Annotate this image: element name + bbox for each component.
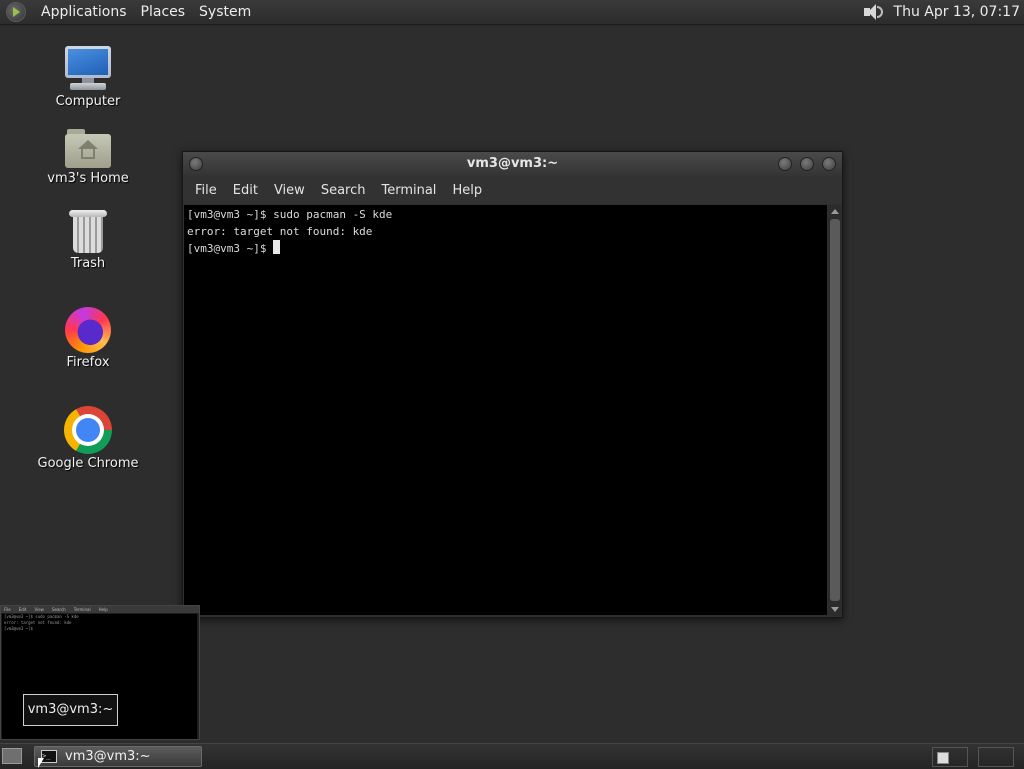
terminal-line: error: target not found: kde: [187, 225, 373, 238]
window-title: vm3@vm3:~: [466, 156, 559, 171]
terminal-window[interactable]: vm3@vm3:~ File Edit View Search Terminal…: [182, 151, 843, 618]
firefox-icon: [65, 307, 111, 353]
taskbar-window-button[interactable]: >_ vm3@vm3:~: [34, 746, 202, 767]
desktop-icon-chrome[interactable]: Google Chrome: [33, 406, 143, 471]
terminal-line: [vm3@vm3 ~]$ sudo pacman -S kde: [187, 208, 393, 221]
desktop-icon-label: vm3's Home: [47, 171, 129, 186]
preview-line: [vm3@vm3 ~]$: [4, 626, 36, 631]
text-cursor: [273, 240, 281, 254]
preview-menu-item: Search: [51, 607, 66, 612]
preview-menu-item: Edit: [18, 607, 27, 612]
scroll-down-arrow-icon[interactable]: [831, 607, 839, 612]
desktop-icon-home[interactable]: vm3's Home: [33, 129, 143, 186]
system-tray: Thu Apr 13, 07:17: [862, 0, 1024, 24]
window-titlebar[interactable]: vm3@vm3:~: [183, 152, 842, 176]
terminal-prompt: [vm3@vm3 ~]$: [187, 242, 274, 255]
trash-icon: [69, 210, 107, 254]
preview-title-label: vm3@vm3:~: [23, 694, 118, 726]
scroll-thumb[interactable]: [830, 219, 840, 601]
desktop-icon-computer[interactable]: Computer: [33, 46, 143, 109]
desktop-icon-label: Google Chrome: [37, 456, 139, 471]
terminal-scrollbar[interactable]: [828, 205, 842, 616]
minimize-button[interactable]: [778, 157, 792, 171]
close-button[interactable]: [822, 157, 836, 171]
menu-file[interactable]: File: [187, 183, 225, 198]
speaker-icon[interactable]: [862, 2, 884, 22]
taskbar-window-label: vm3@vm3:~: [65, 749, 151, 764]
maximize-button[interactable]: [800, 157, 814, 171]
terminal-output[interactable]: [vm3@vm3 ~]$ sudo pacman -S kde error: t…: [184, 205, 827, 615]
menu-help[interactable]: Help: [444, 183, 490, 198]
preview-menubar: File Edit View Search Terminal Help: [1, 606, 199, 613]
workspace-1[interactable]: [932, 747, 968, 767]
desktop-icon-firefox[interactable]: Firefox: [33, 307, 143, 370]
top-panel: Applications Places System Thu Apr 13, 0…: [0, 0, 1024, 25]
menu-terminal[interactable]: Terminal: [373, 183, 444, 198]
clock[interactable]: Thu Apr 13, 07:17: [894, 4, 1020, 20]
chrome-icon: [64, 406, 112, 454]
desktop-icon-label: Trash: [70, 256, 106, 271]
menu-applications[interactable]: Applications: [34, 0, 134, 24]
terminal-prompt-line: [vm3@vm3 ~]$: [184, 240, 827, 257]
desktop-icon-label: Firefox: [66, 355, 110, 370]
menu-search[interactable]: Search: [313, 183, 374, 198]
desktop-icon-label: Computer: [55, 94, 121, 109]
menu-view[interactable]: View: [266, 183, 313, 198]
menu-edit[interactable]: Edit: [225, 183, 266, 198]
scroll-up-arrow-icon[interactable]: [831, 209, 839, 214]
mouse-pointer-icon: [38, 758, 44, 768]
terminal-menubar: File Edit View Search Terminal Help: [183, 176, 842, 204]
preview-menu-item: Terminal: [73, 607, 91, 612]
menu-system[interactable]: System: [192, 0, 258, 24]
preview-menu-item: Help: [98, 607, 108, 612]
bottom-panel: >_ vm3@vm3:~: [0, 743, 1024, 769]
desktop-icon-trash[interactable]: Trash: [33, 210, 143, 271]
home-folder-icon: [65, 129, 111, 169]
menu-places[interactable]: Places: [134, 0, 193, 24]
show-desktop-icon[interactable]: [2, 748, 22, 764]
distro-logo-icon[interactable]: [6, 2, 26, 22]
workspace-2[interactable]: [978, 747, 1014, 767]
preview-menu-item: File: [4, 607, 11, 612]
computer-icon: [64, 46, 112, 92]
preview-menu-item: View: [34, 607, 44, 612]
